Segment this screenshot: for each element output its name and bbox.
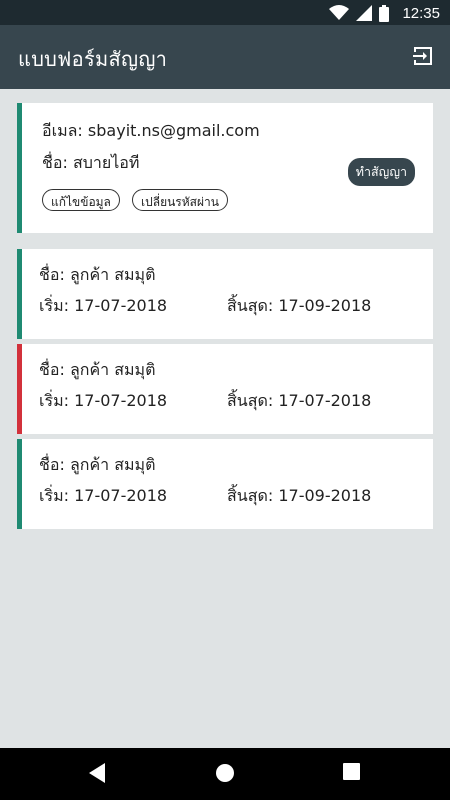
battery-icon	[379, 4, 390, 22]
contract-customer-name: ชื่อ: ลูกค้า สมมุติ	[39, 265, 156, 284]
contract-start-date: เริ่ม: 17-07-2018	[39, 486, 168, 505]
email-row: อีเมล: sbayit.ns@gmail.com	[42, 119, 260, 144]
contract-end-date: สิ้นสุด: 17-09-2018	[227, 296, 372, 315]
recents-icon[interactable]	[343, 763, 360, 780]
contract-card[interactable]: ชื่อ: ลูกค้า สมมุติ เริ่ม: 17-07-2018 สิ…	[17, 249, 433, 339]
back-icon[interactable]	[89, 763, 107, 783]
navigation-bar	[0, 748, 450, 800]
make-contract-button[interactable]: ทำสัญญา	[347, 158, 415, 186]
contract-card[interactable]: ชื่อ: ลูกค้า สมมุติ เริ่ม: 17-07-2018 สิ…	[17, 344, 433, 434]
status-time: 12:35	[402, 4, 440, 22]
contract-start-date: เริ่ม: 17-07-2018	[39, 296, 168, 315]
contract-end-date: สิ้นสุด: 17-07-2018	[227, 391, 372, 410]
contract-customer-name: ชื่อ: ลูกค้า สมมุติ	[39, 360, 156, 379]
status-bar: 12:35	[0, 0, 450, 25]
signal-icon	[356, 5, 373, 21]
email-label: อีเมล:	[42, 121, 83, 140]
name-label: ชื่อ:	[42, 153, 68, 172]
home-icon[interactable]	[215, 763, 235, 783]
profile-card: อีเมล: sbayit.ns@gmail.com ชื่อ: สบายไอท…	[17, 103, 433, 233]
wifi-icon	[329, 5, 350, 20]
contract-end-date: สิ้นสุด: 17-09-2018	[227, 486, 372, 505]
email-value: sbayit.ns@gmail.com	[87, 121, 260, 140]
name-value: สบายไอที	[72, 153, 140, 172]
edit-profile-button[interactable]: แก้ไขข้อมูล	[42, 189, 120, 211]
status-icons: 12:35	[329, 3, 440, 23]
contract-card[interactable]: ชื่อ: ลูกค้า สมมุติ เริ่ม: 17-07-2018 สิ…	[17, 439, 433, 529]
logout-button[interactable]	[408, 41, 438, 71]
page-title: แบบฟอร์มสัญญา	[18, 47, 168, 71]
change-password-button[interactable]: เปลี่ยนรหัสผ่าน	[132, 189, 228, 211]
app-bar: แบบฟอร์มสัญญา	[0, 25, 450, 89]
contract-start-date: เริ่ม: 17-07-2018	[39, 391, 168, 410]
name-row: ชื่อ: สบายไอที	[42, 151, 139, 176]
logout-icon	[413, 47, 432, 65]
contract-customer-name: ชื่อ: ลูกค้า สมมุติ	[39, 455, 156, 474]
